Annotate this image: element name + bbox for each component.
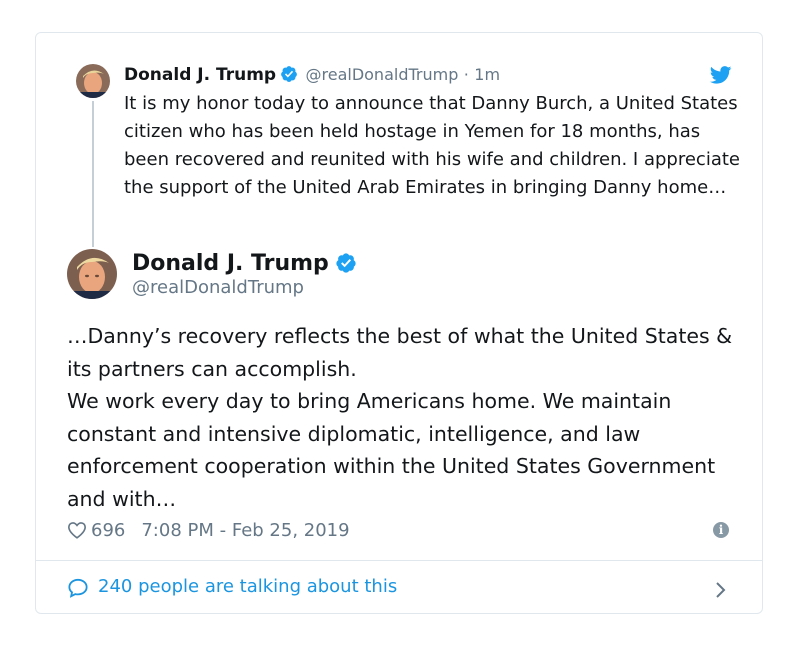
comment-bubble-icon [67, 578, 89, 602]
thread-connector [92, 101, 94, 247]
parent-header: Donald J. Trump @realDonaldTrump · 1m [124, 63, 702, 90]
verified-badge-icon [335, 252, 357, 283]
info-icon[interactable]: i [713, 522, 729, 538]
parent-tweet-text: It is my honor today to announce that Da… [124, 93, 740, 198]
twitter-bird-icon[interactable] [709, 66, 732, 88]
parent-timestamp[interactable]: 1m [474, 65, 500, 84]
user-avatar-icon [76, 64, 110, 98]
like-count[interactable]: 696 [91, 520, 125, 541]
main-author-handle[interactable]: @realDonaldTrump [132, 276, 304, 300]
parent-author-handle[interactable]: @realDonaldTrump [306, 65, 459, 84]
chevron-right-icon[interactable] [715, 581, 727, 603]
main-tweet-text: …Danny’s recovery reflects the best of w… [67, 320, 747, 515]
talking-count-label[interactable]: 240 people are talking about this [98, 574, 397, 600]
user-avatar-icon [67, 249, 117, 299]
tweet-meta: 696 7:08 PM - Feb 25, 2019 [67, 517, 350, 548]
parent-author-name[interactable]: Donald J. Trump [124, 65, 276, 85]
tweet-text-line: We work every day to bring Americans hom… [67, 389, 716, 511]
main-avatar[interactable] [67, 249, 117, 299]
conversation-link[interactable]: 240 people are talking about this [36, 561, 762, 614]
tweet-text-line: …Danny’s recovery reflects the best of w… [67, 324, 733, 381]
parent-avatar[interactable] [76, 64, 110, 98]
heart-icon[interactable] [67, 520, 87, 548]
parent-tweet[interactable]: Donald J. Trump @realDonaldTrump · 1m It… [36, 33, 762, 251]
tweet-timestamp[interactable]: 7:08 PM - Feb 25, 2019 [141, 520, 349, 541]
verified-badge-icon [280, 65, 298, 90]
main-author-name[interactable]: Donald J. Trump [132, 251, 329, 276]
separator-dot: · [463, 65, 469, 84]
embedded-tweet-card: Donald J. Trump @realDonaldTrump · 1m It… [35, 32, 763, 614]
